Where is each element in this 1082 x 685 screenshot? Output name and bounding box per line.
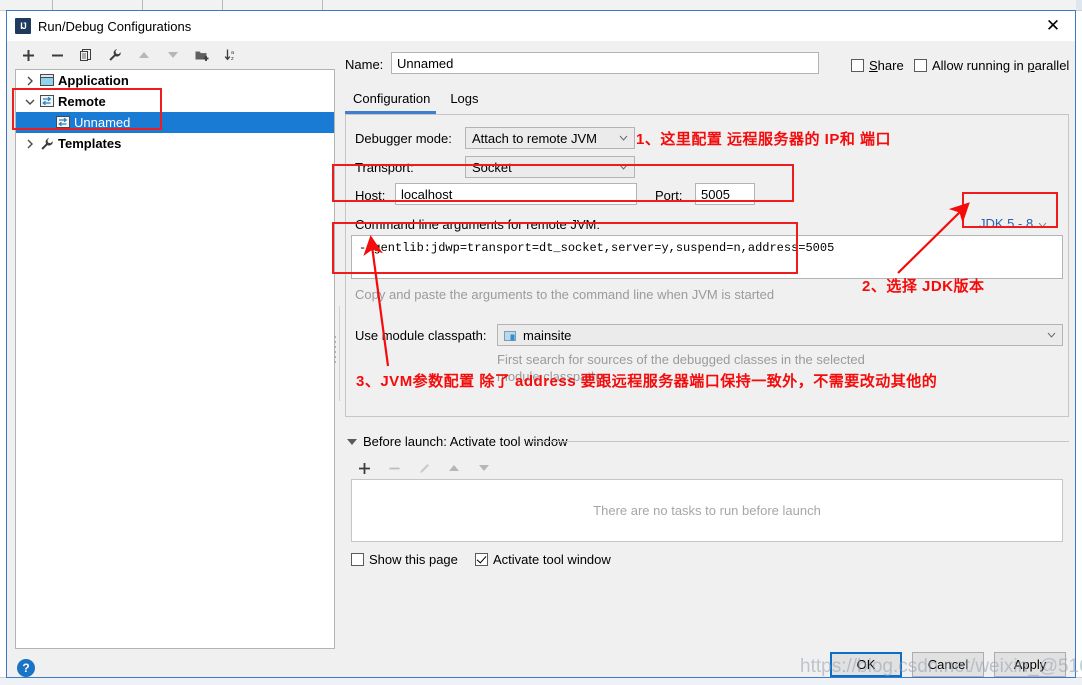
annotation-note-2: 2、选择 JDK版本 — [862, 278, 985, 295]
watermark: https://blog.csdn.net/weixin_@5161 博客 — [800, 656, 1082, 677]
port-input[interactable]: 5005 — [695, 183, 755, 205]
move-up-button[interactable] — [131, 44, 157, 66]
configurations-toolbar: a z — [15, 43, 335, 67]
share-checkbox[interactable]: Share — [851, 58, 904, 73]
transport-value: Socket — [472, 159, 512, 175]
activate-tool-window-checkbox[interactable]: Activate tool window — [475, 552, 611, 567]
tree-item-templates[interactable]: Templates — [16, 133, 334, 154]
cmdline-textarea[interactable]: -agentlib:jdwp=transport=dt_socket,serve… — [351, 235, 1063, 279]
intellij-idea-icon: IJ — [15, 18, 31, 34]
name-input[interactable] — [391, 52, 819, 74]
remove-task-button — [381, 457, 407, 479]
dialog-titlebar: IJ Run/Debug Configurations ✕ — [7, 11, 1075, 41]
chevron-down-icon — [619, 163, 628, 172]
show-this-page-label: Show this page — [369, 552, 458, 567]
debugger-mode-dropdown[interactable]: Attach to remote JVM — [465, 127, 635, 149]
cmdline-label: Command line arguments for remote JVM: — [355, 217, 600, 232]
allow-parallel-label: Allow running in parallel — [932, 58, 1070, 73]
svg-text:z: z — [231, 56, 234, 62]
annotation-note-3: 3、JVM参数配置 除了 address 要跟远程服务器端口保持一致外，不需要改… — [356, 373, 938, 390]
move-down-button[interactable] — [160, 44, 186, 66]
chevron-down-icon — [619, 134, 628, 143]
application-icon — [38, 73, 55, 89]
allow-parallel-checkbox[interactable]: Allow running in parallel — [914, 58, 1069, 73]
host-label: Host: — [355, 188, 386, 203]
debugger-mode-value: Attach to remote JVM — [472, 130, 597, 146]
add-task-button[interactable] — [351, 457, 377, 479]
before-launch-empty-text: There are no tasks to run before launch — [593, 503, 821, 518]
tree-item-application[interactable]: Application — [16, 70, 334, 91]
checkbox-box[interactable] — [914, 59, 927, 72]
wrench-icon — [38, 136, 55, 152]
dialog-title: Run/Debug Configurations — [38, 18, 192, 34]
chevron-down-icon — [1047, 331, 1056, 340]
remote-icon — [38, 94, 55, 110]
chevron-down-icon[interactable] — [22, 94, 38, 110]
tab-logs[interactable]: Logs — [442, 87, 490, 114]
checkbox-box[interactable] — [351, 553, 364, 566]
host-value: localhost — [401, 186, 453, 202]
name-label: Name: — [345, 57, 384, 72]
move-task-down-button — [471, 457, 497, 479]
copy-configuration-button[interactable] — [73, 44, 99, 66]
transport-label: Transport: — [355, 160, 414, 175]
cmdline-hint: Copy and paste the arguments to the comm… — [355, 287, 775, 302]
tab-configuration[interactable]: Configuration — [345, 87, 442, 114]
annotation-note-1: 1、这里配置 远程服务器的 IP和 端口 — [636, 131, 892, 148]
help-icon[interactable]: ? — [17, 659, 35, 677]
remove-configuration-button[interactable] — [44, 44, 70, 66]
tree-item-label: Unnamed — [74, 115, 131, 130]
before-launch-task-list[interactable]: There are no tasks to run before launch — [351, 479, 1063, 542]
move-task-up-button — [441, 457, 467, 479]
jdk-version-value: JDK 5 - 8 — [979, 216, 1034, 231]
panel-splitter[interactable] — [331, 333, 338, 373]
classpath-label: Use module classpath: — [355, 328, 487, 343]
show-this-page-checkbox[interactable]: Show this page — [351, 552, 458, 567]
module-classpath-value: mainsite — [523, 327, 572, 343]
tree-item-label: Remote — [58, 94, 106, 109]
sort-configurations-button[interactable]: a z — [218, 44, 244, 66]
checkbox-box[interactable] — [475, 553, 488, 566]
transport-dropdown[interactable]: Socket — [465, 156, 635, 178]
tree-item-label: Templates — [58, 136, 122, 151]
triangle-down-icon[interactable] — [347, 438, 357, 445]
chevron-right-icon[interactable] — [22, 136, 38, 152]
classpath-hint-line1: First search for sources of the debugged… — [497, 352, 865, 367]
module-icon — [504, 329, 517, 342]
module-classpath-dropdown[interactable]: mainsite — [497, 324, 1063, 346]
share-label-rest: hare — [877, 58, 904, 73]
panel-divider — [339, 306, 340, 401]
tree-item-unnamed[interactable]: Unnamed — [16, 112, 334, 133]
tree-item-label: Application — [58, 73, 129, 88]
chevron-right-icon[interactable] — [22, 73, 38, 89]
screenshot-root: IJ Run/Debug Configurations ✕ a z Applic… — [0, 0, 1082, 685]
configurations-tree[interactable]: Application Remote Unnamed Templates — [15, 69, 335, 649]
checkbox-box[interactable] — [851, 59, 864, 72]
tree-item-remote[interactable]: Remote — [16, 91, 334, 112]
edit-task-pencil-icon — [411, 457, 437, 479]
port-value: 5005 — [701, 186, 730, 202]
cmdline-value: -agentlib:jdwp=transport=dt_socket,serve… — [359, 241, 835, 255]
add-configuration-button[interactable] — [15, 44, 41, 66]
share-label: Share — [869, 58, 904, 73]
close-icon[interactable]: ✕ — [1031, 11, 1075, 41]
host-input[interactable]: localhost — [395, 183, 637, 205]
before-launch-toolbar — [351, 457, 497, 479]
activate-tool-window-label: Activate tool window — [493, 552, 611, 567]
jdk-version-dropdown[interactable]: JDK 5 - 8 — [979, 216, 1047, 231]
run-debug-configurations-dialog: IJ Run/Debug Configurations ✕ a z Applic… — [6, 10, 1076, 678]
tab-bar: Configuration Logs — [345, 87, 491, 114]
debugger-mode-label: Debugger mode: — [355, 131, 452, 146]
create-folder-button[interactable] — [189, 44, 215, 66]
edit-templates-wrench-icon[interactable] — [102, 44, 128, 66]
background-ide-taskbar — [0, 677, 1082, 685]
port-label: Port: — [655, 188, 683, 203]
before-launch-separator — [531, 441, 1069, 442]
remote-icon — [54, 115, 71, 131]
chevron-down-icon — [1038, 216, 1047, 231]
